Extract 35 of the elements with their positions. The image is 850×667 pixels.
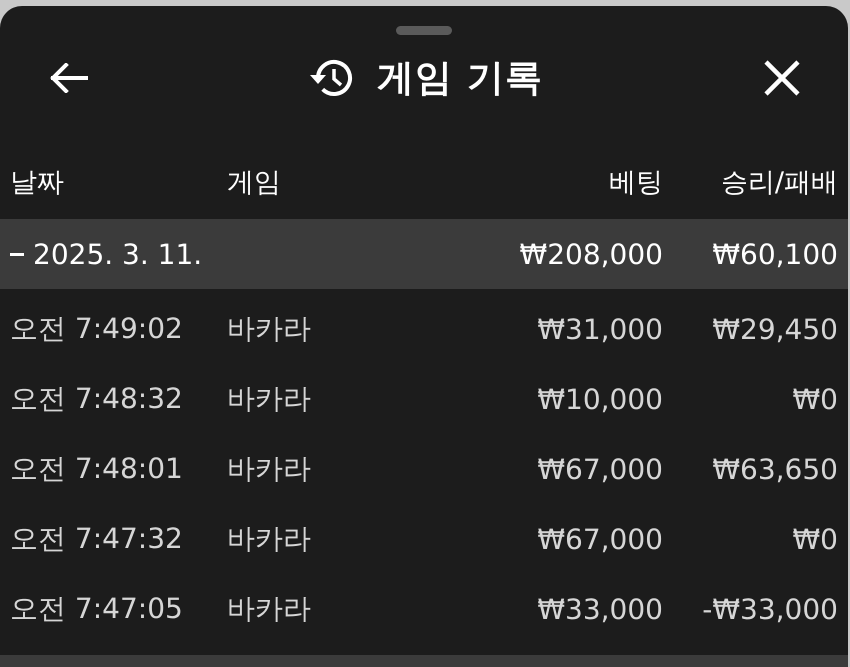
time-cell-text: 오전 7:48:32 — [10, 381, 184, 417]
sheet-title: 게임 기록 — [377, 55, 543, 101]
group-bet-total: ₩208,000 — [518, 238, 663, 270]
time-cell-text: 오전 7:47:05 — [10, 591, 184, 627]
result-cell-text: ₩0 — [792, 522, 838, 556]
column-header: 베팅 — [608, 166, 663, 200]
game-cell-text: 바카라 — [227, 311, 312, 347]
game-cell-text: 바카라 — [227, 521, 312, 557]
game-cell-text: 바카라 — [227, 591, 312, 627]
time-cell-text: 오전 7:48:01 — [10, 451, 184, 487]
bet-cell-text: ₩33,000 — [536, 592, 663, 626]
game-cell-text: 바카라 — [227, 381, 312, 417]
column-header: 승리/패배 — [720, 166, 838, 200]
result-cell-text: ₩29,450 — [711, 312, 838, 346]
group-date: 2025. 3. 11. — [33, 238, 202, 270]
bet-cell-text: ₩67,000 — [536, 452, 663, 486]
group-result-total: ₩60,100 — [711, 238, 838, 270]
time-cell-text: 오전 7:47:32 — [10, 521, 184, 557]
history-icon — [309, 58, 354, 98]
result-cell-text: -₩33,000 — [701, 592, 838, 626]
bet-cell-text: ₩31,000 — [536, 312, 663, 346]
game-cell-text: 바카라 — [227, 451, 312, 487]
close-icon — [764, 60, 800, 96]
close-button[interactable] — [762, 58, 802, 98]
bet-cell-text: ₩10,000 — [536, 382, 663, 416]
column-header: 날짜 — [10, 166, 65, 200]
date-group-row[interactable]: 2025. 3. 11. ₩208,000 ₩60,100 — [0, 219, 848, 289]
result-cell-text: ₩0 — [792, 382, 838, 416]
bet-cell-text: ₩67,000 — [536, 522, 663, 556]
time-cell-text: 오전 7:49:02 — [10, 311, 184, 347]
column-header: 게임 — [227, 166, 282, 200]
result-cell-text: ₩63,650 — [711, 452, 838, 486]
back-arrow-icon — [50, 63, 88, 93]
back-button[interactable] — [48, 61, 90, 95]
drag-handle[interactable] — [396, 26, 452, 35]
